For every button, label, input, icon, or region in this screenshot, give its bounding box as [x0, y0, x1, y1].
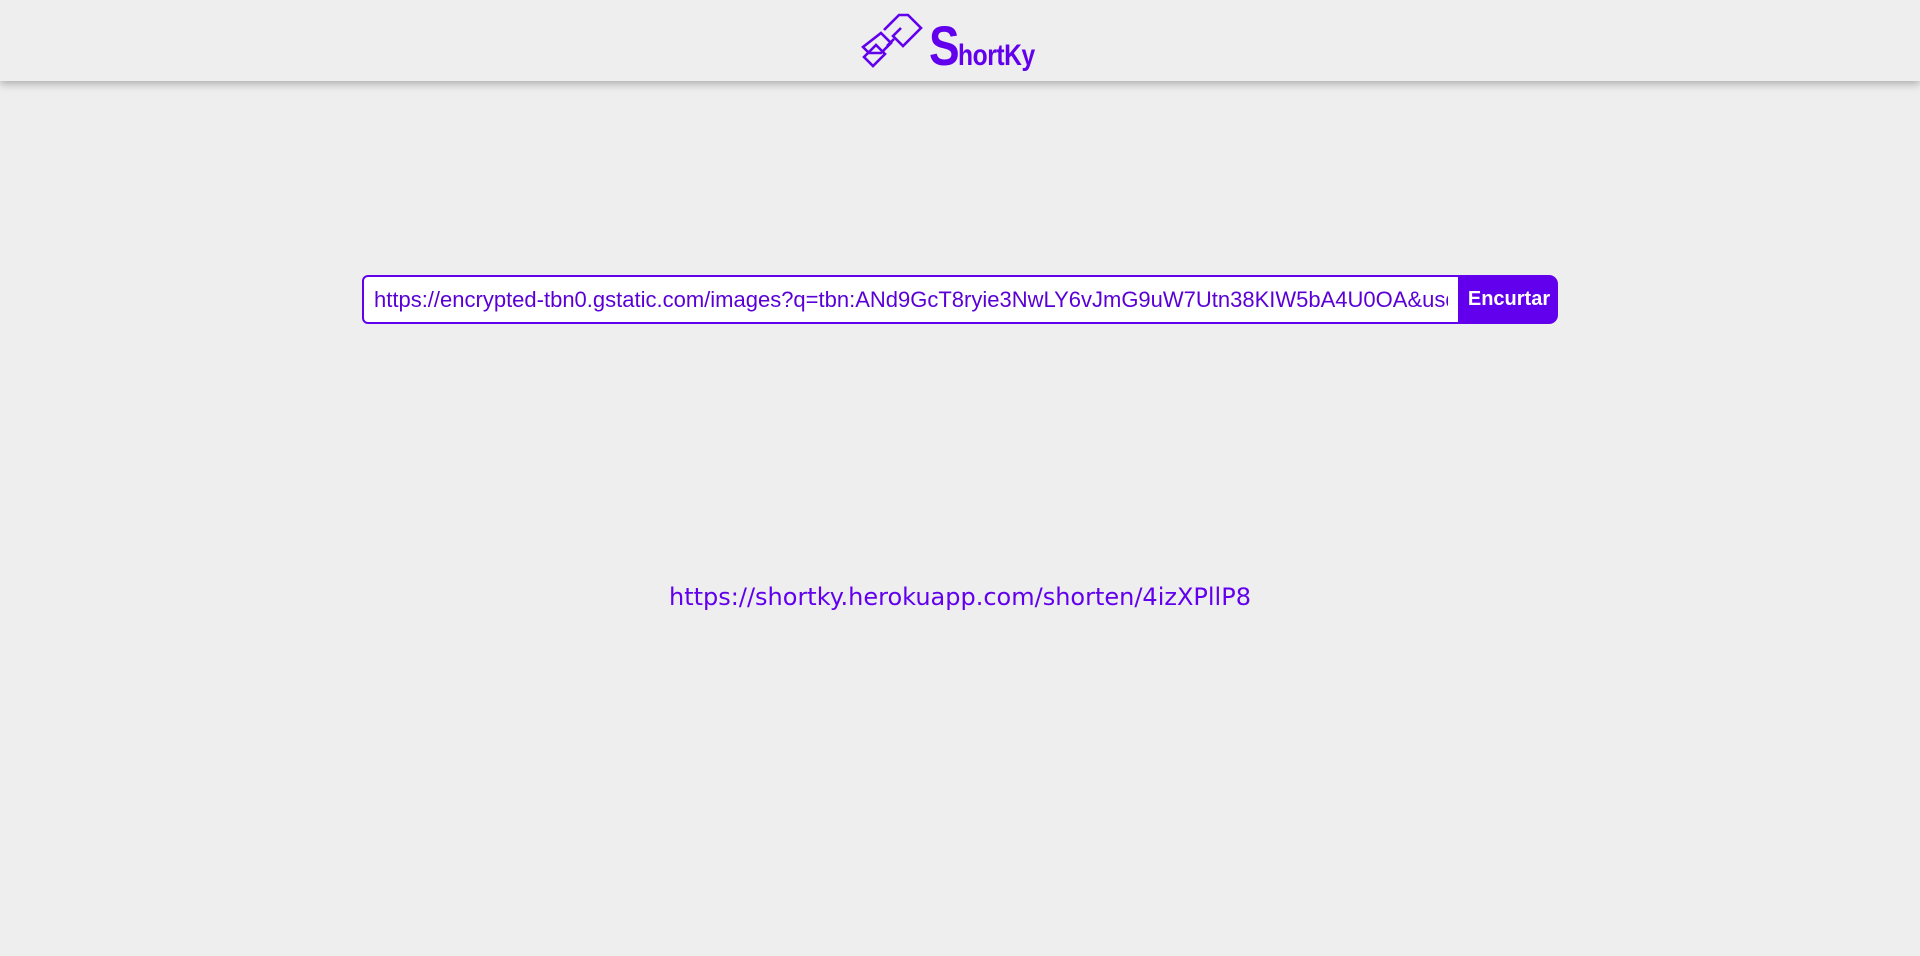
short-url-link[interactable]: https://shortky.herokuapp.com/shorten/4i… [669, 583, 1251, 611]
result-area: https://shortky.herokuapp.com/shorten/4i… [0, 583, 1920, 611]
app-header: ShortKy [0, 0, 1920, 81]
shorten-form: Encurtar [362, 275, 1558, 324]
logo-wordmark-rest: hortKy [958, 38, 1036, 72]
logo-letter-s: S [929, 13, 960, 77]
url-input[interactable] [362, 275, 1460, 324]
shortky-logo[interactable]: ShortKy [861, 9, 1058, 73]
chain-link-icon [861, 13, 924, 68]
logo-wordmark: ShortKy [929, 13, 1036, 77]
shorten-button[interactable]: Encurtar [1460, 275, 1558, 324]
